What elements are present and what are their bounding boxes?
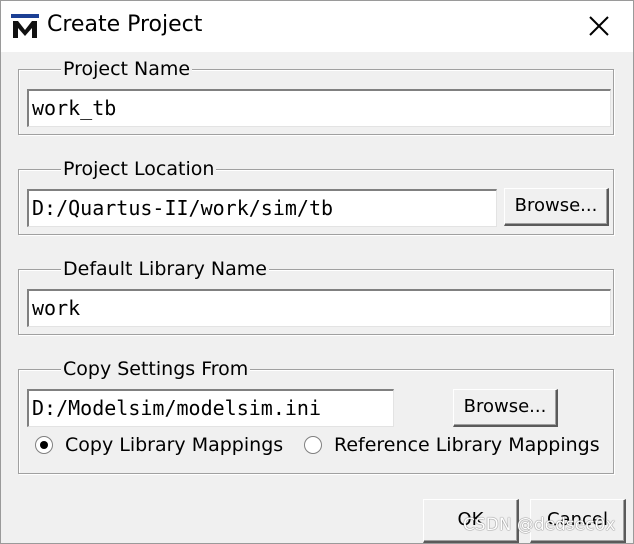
window-title: Create Project	[47, 12, 203, 37]
copy-settings-group: Copy Settings From D:/Modelsim/modelsim.…	[18, 357, 614, 474]
reference-library-mappings-label: Reference Library Mappings	[334, 434, 600, 456]
project-name-label: Project Name	[61, 57, 193, 81]
modelsim-m-icon	[11, 13, 39, 41]
project-location-label: Project Location	[61, 157, 217, 181]
copy-library-mappings-option[interactable]: Copy Library Mappings	[35, 434, 283, 456]
project-location-browse-button[interactable]: Browse...	[504, 188, 609, 226]
create-project-dialog: Create Project Project Name work_tb Proj…	[0, 0, 634, 544]
project-name-group: Project Name work_tb	[18, 57, 614, 135]
watermark: CSDN @dedsec0x	[463, 515, 616, 535]
project-location-group: Project Location D:/Quartus-II/work/sim/…	[18, 157, 614, 235]
project-location-input[interactable]: D:/Quartus-II/work/sim/tb	[27, 189, 497, 227]
reference-library-mappings-radio[interactable]	[304, 436, 322, 454]
close-icon	[589, 16, 609, 36]
default-library-label: Default Library Name	[61, 257, 269, 281]
reference-library-mappings-option[interactable]: Reference Library Mappings	[304, 434, 600, 456]
copy-settings-label: Copy Settings From	[61, 357, 251, 381]
project-name-input[interactable]: work_tb	[27, 89, 611, 127]
copy-settings-input[interactable]: D:/Modelsim/modelsim.ini	[27, 389, 394, 427]
title-bar: Create Project	[1, 1, 633, 52]
default-library-group: Default Library Name work	[18, 257, 614, 335]
close-button[interactable]	[576, 5, 622, 47]
copy-library-mappings-label: Copy Library Mappings	[65, 434, 284, 456]
copy-settings-browse-button[interactable]: Browse...	[453, 389, 558, 427]
default-library-input[interactable]: work	[27, 289, 611, 327]
copy-library-mappings-radio[interactable]	[35, 436, 53, 454]
